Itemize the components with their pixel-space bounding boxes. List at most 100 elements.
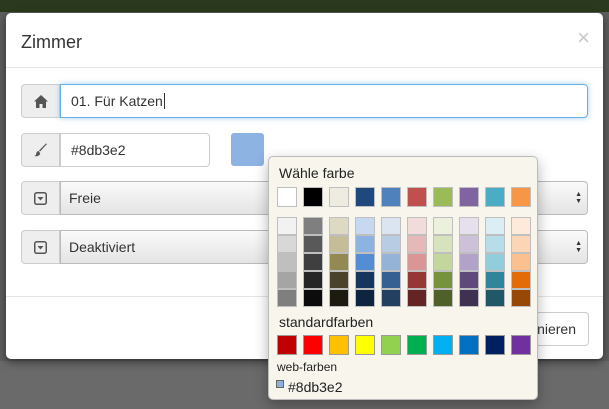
shade-color-swatch[interactable] <box>459 253 479 271</box>
shade-color-swatch[interactable] <box>355 253 375 271</box>
standard-color-swatch[interactable] <box>381 335 401 355</box>
shade-color-swatch[interactable] <box>381 271 401 289</box>
shade-color-swatch[interactable] <box>303 253 323 271</box>
dialog-title: Zimmer <box>21 32 82 52</box>
room-name-input[interactable]: 01. Für Katzen <box>60 84 588 118</box>
shade-color-swatch[interactable] <box>433 271 453 289</box>
name-field-addon <box>21 84 60 118</box>
shade-color-swatch[interactable] <box>433 217 453 235</box>
status-select-addon <box>21 181 60 215</box>
shade-color-swatch[interactable] <box>355 271 375 289</box>
current-color-display: #8db3e2 <box>276 379 343 395</box>
shade-color-swatch[interactable] <box>485 217 505 235</box>
shade-color-swatch[interactable] <box>303 217 323 235</box>
shade-color-swatch[interactable] <box>485 271 505 289</box>
active-select-value: Deaktiviert <box>69 239 136 255</box>
shade-color-swatch[interactable] <box>355 235 375 253</box>
shade-color-swatch[interactable] <box>303 235 323 253</box>
shade-color-swatch[interactable] <box>277 217 297 235</box>
shade-color-swatch[interactable] <box>485 289 505 307</box>
shade-color-swatch[interactable] <box>511 235 531 253</box>
shade-color-swatch[interactable] <box>459 217 479 235</box>
shade-color-swatch[interactable] <box>381 289 401 307</box>
caret-square-down-icon <box>34 191 47 205</box>
shade-color-swatch[interactable] <box>511 271 531 289</box>
color-palette-popover: Wähle farbe standardfarben web-farben #8… <box>268 156 538 400</box>
shade-color-swatch[interactable] <box>303 271 323 289</box>
shade-color-swatch[interactable] <box>355 289 375 307</box>
standard-color-swatch[interactable] <box>277 335 297 355</box>
shade-color-swatch[interactable] <box>407 253 427 271</box>
shade-color-swatch[interactable] <box>329 235 349 253</box>
shade-color-swatch[interactable] <box>407 235 427 253</box>
dialog-header: Zimmer × <box>6 13 603 68</box>
shade-color-swatch[interactable] <box>511 217 531 235</box>
shade-color-swatch[interactable] <box>433 289 453 307</box>
standard-color-swatch[interactable] <box>407 335 427 355</box>
standard-color-swatch[interactable] <box>485 335 505 355</box>
status-select-value: Freie <box>69 190 101 206</box>
shade-color-swatch[interactable] <box>329 271 349 289</box>
theme-color-swatch[interactable] <box>511 187 531 207</box>
palette-title: Wähle farbe <box>279 165 355 181</box>
shade-color-swatch[interactable] <box>277 289 297 307</box>
standard-color-swatch[interactable] <box>329 335 349 355</box>
color-swatch-button[interactable] <box>231 133 264 166</box>
page-header-bar <box>0 0 609 12</box>
current-color-swatch <box>276 380 284 388</box>
theme-color-swatch[interactable] <box>459 187 479 207</box>
shade-color-swatch[interactable] <box>329 289 349 307</box>
shade-color-swatch[interactable] <box>303 289 323 307</box>
shade-color-swatch[interactable] <box>329 253 349 271</box>
standard-color-swatch[interactable] <box>433 335 453 355</box>
shade-color-swatch[interactable] <box>459 271 479 289</box>
shade-color-swatch[interactable] <box>381 217 401 235</box>
brush-icon <box>33 143 47 157</box>
theme-color-swatch[interactable] <box>407 187 427 207</box>
shade-color-swatch[interactable] <box>407 289 427 307</box>
caret-square-down-icon <box>34 240 47 254</box>
web-colors-label: web-farben <box>277 360 338 374</box>
shade-color-swatch[interactable] <box>381 253 401 271</box>
name-field-group: 01. Für Katzen <box>21 84 588 118</box>
select-arrows-icon: ▲ ▼ <box>575 191 582 205</box>
shade-color-swatch[interactable] <box>485 253 505 271</box>
shade-color-swatch[interactable] <box>511 289 531 307</box>
color-field-addon <box>21 133 60 167</box>
shade-color-swatch[interactable] <box>433 235 453 253</box>
standard-colors-label: standardfarben <box>279 314 374 330</box>
standard-color-swatch[interactable] <box>355 335 375 355</box>
standard-color-swatch[interactable] <box>511 335 531 355</box>
shade-color-swatch[interactable] <box>329 217 349 235</box>
shade-color-swatch[interactable] <box>277 235 297 253</box>
color-hex-input[interactable]: #8db3e2 <box>60 133 210 167</box>
theme-color-swatch[interactable] <box>485 187 505 207</box>
shade-color-swatch[interactable] <box>381 235 401 253</box>
select-arrows-icon: ▲ ▼ <box>575 240 582 254</box>
shade-color-swatch[interactable] <box>407 217 427 235</box>
standard-color-swatch[interactable] <box>459 335 479 355</box>
theme-color-swatch[interactable] <box>303 187 323 207</box>
shade-color-swatch[interactable] <box>485 235 505 253</box>
shade-color-swatch[interactable] <box>433 253 453 271</box>
shade-color-swatch[interactable] <box>277 271 297 289</box>
theme-color-swatch[interactable] <box>433 187 453 207</box>
shade-color-swatch[interactable] <box>459 235 479 253</box>
theme-color-swatch[interactable] <box>355 187 375 207</box>
text-caret <box>163 93 165 109</box>
theme-color-swatch[interactable] <box>329 187 349 207</box>
theme-color-swatch[interactable] <box>381 187 401 207</box>
color-field-group: #8db3e2 <box>21 133 211 167</box>
close-button[interactable]: × <box>577 27 590 49</box>
shade-color-swatch[interactable] <box>407 271 427 289</box>
theme-color-swatch[interactable] <box>277 187 297 207</box>
shade-color-swatch[interactable] <box>355 217 375 235</box>
room-name-value: 01. Für Katzen <box>71 93 163 109</box>
current-color-value: #8db3e2 <box>288 379 343 395</box>
active-select-addon <box>21 230 60 264</box>
home-icon <box>33 94 48 108</box>
shade-color-swatch[interactable] <box>511 253 531 271</box>
shade-color-swatch[interactable] <box>459 289 479 307</box>
shade-color-swatch[interactable] <box>277 253 297 271</box>
standard-color-swatch[interactable] <box>303 335 323 355</box>
